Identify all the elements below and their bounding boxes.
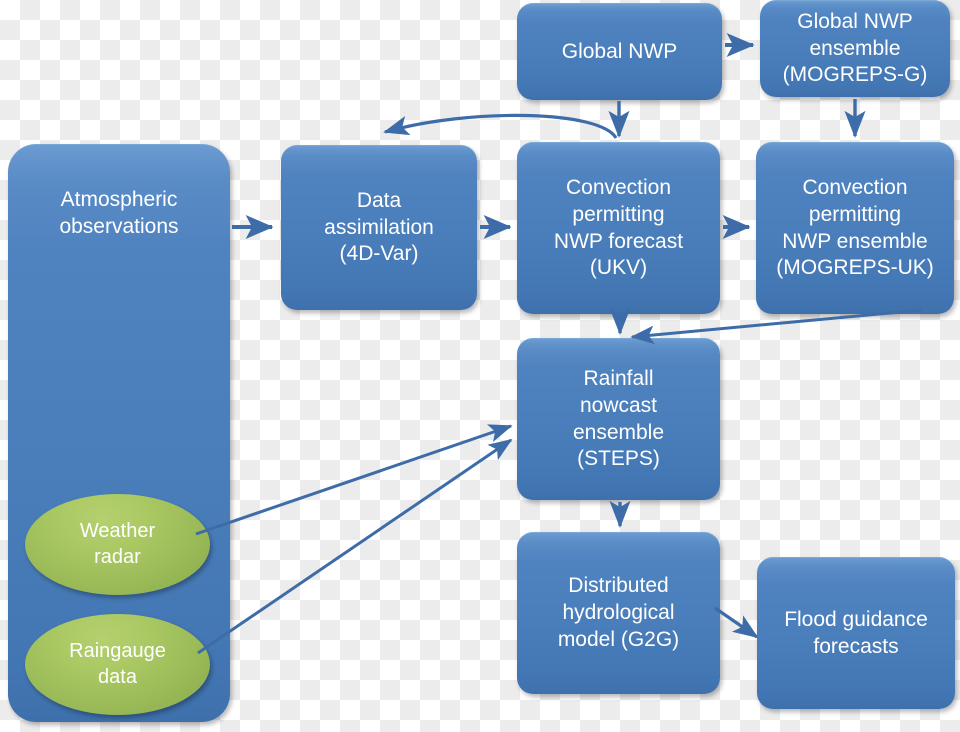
node-label-line: Global NWP [561,39,678,63]
node-label-line: Data [356,188,402,212]
node-label-line: NWP forecast [553,229,684,253]
node-label-line: permitting [808,202,902,226]
node-label-line: nowcast [579,393,658,417]
node-label-line: Convection [802,175,908,199]
node-label-line: observations [59,214,179,238]
node-label-line: Flood guidance [784,607,928,631]
edge-mogrepsuk-to-steps [630,308,923,345]
node-label-line: forecasts [813,634,899,658]
node-label-line: (4D-Var) [339,242,419,266]
node-label-line: (MOGREPS-UK) [776,256,934,280]
node-label-line: Rainfall [583,366,654,390]
node-label-line: hydrological [562,601,675,625]
node-label-line: (UKV) [589,256,648,280]
edge-raingauge-to-steps [197,438,513,655]
node-raingauge-data[interactable]: Raingauge data [25,614,210,715]
node-convection-permitting-nwp-ensemble[interactable]: Convection permitting NWP ensemble (MOGR… [756,142,954,314]
node-label-line: (MOGREPS-G) [782,63,928,87]
node-flood-guidance-forecasts[interactable]: Flood guidance forecasts [757,557,955,709]
node-label-line: Convection [565,175,672,199]
node-label-line: ensemble [809,36,901,60]
node-global-nwp[interactable]: Global NWP [517,3,722,100]
edge-radar-to-steps [195,424,513,536]
edge-globalnwp-to-da [383,113,618,139]
node-data-assimilation[interactable]: Data assimilation (4D-Var) [281,145,477,310]
flowchart-canvas: Atmospheric observations Global NWP Glob… [0,0,960,732]
node-label-line: model (G2G) [557,627,680,651]
node-global-nwp-ensemble[interactable]: Global NWP ensemble (MOGREPS-G) [760,0,950,97]
node-distributed-hydrological-model[interactable]: Distributed hydrological model (G2G) [517,532,720,694]
node-label-line: Weather [79,519,156,542]
node-label-line: NWP ensemble [782,229,928,253]
node-label-line: radar [94,545,141,568]
node-rainfall-nowcast-ensemble[interactable]: Rainfall nowcast ensemble (STEPS) [517,338,720,500]
node-label-line: Raingauge [69,639,166,662]
node-label-line: Distributed [568,574,669,598]
node-convection-permitting-nwp-forecast[interactable]: Convection permitting NWP forecast (UKV) [517,142,720,314]
node-label-line: (STEPS) [577,447,660,471]
node-label-line: ensemble [572,420,665,444]
node-label-line: assimilation [324,215,434,239]
node-label-line: permitting [572,202,665,226]
node-label-line: Global NWP [797,9,913,33]
edge-g2g-to-flood [714,606,759,639]
node-weather-radar[interactable]: Weather radar [25,494,210,595]
node-label-line: data [98,665,137,688]
node-label-line: Atmospheric [60,188,178,211]
